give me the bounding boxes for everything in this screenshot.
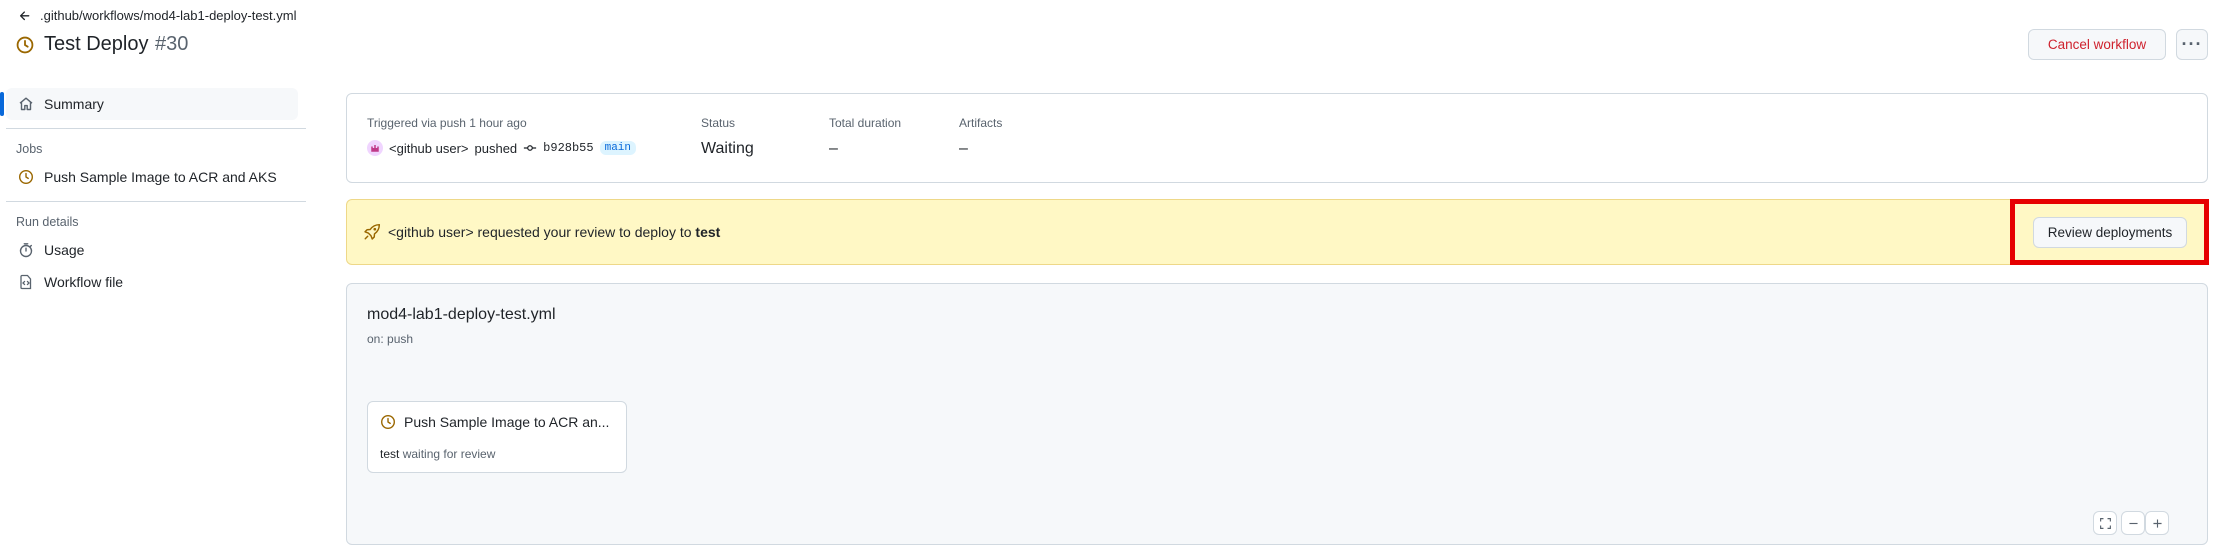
artifacts-label: Artifacts xyxy=(959,116,1003,130)
review-message-text: requested your review to deploy to xyxy=(477,224,692,240)
duration-value: – xyxy=(829,140,838,157)
job-status-text: waiting for review xyxy=(402,447,496,461)
sidebar-item-workflow-file[interactable]: Workflow file xyxy=(0,266,306,298)
branch-tag[interactable]: main xyxy=(599,141,636,155)
stopwatch-icon xyxy=(18,242,34,258)
review-actor[interactable]: <github user> xyxy=(388,224,474,240)
kebab-horizontal-icon: ··· xyxy=(2181,34,2203,54)
sidebar-item-label: Push Sample Image to ACR and AKS xyxy=(44,169,277,185)
zoom-in-button[interactable] xyxy=(2145,511,2169,535)
review-message: <github user> requested your review to d… xyxy=(388,224,720,240)
duration-section: Total duration – xyxy=(829,116,901,158)
run-number: #30 xyxy=(154,33,189,55)
status-label: Status xyxy=(701,116,736,130)
job-title[interactable]: Push Sample Image to ACR an... xyxy=(404,414,609,430)
review-request-banner: <github user> requested your review to d… xyxy=(346,199,2208,265)
sidebar-item-label: Usage xyxy=(44,242,85,258)
artifacts-value: – xyxy=(959,140,968,157)
push-action: pushed xyxy=(474,140,518,156)
workflow-graph: mod4-lab1-deploy-test.yml on: push Push … xyxy=(346,283,2208,545)
rocket-icon xyxy=(363,223,381,241)
divider xyxy=(6,201,306,202)
clock-icon xyxy=(16,36,34,54)
sidebar-item-summary[interactable]: Summary xyxy=(0,88,298,120)
run-summary-card: Triggered via push 1 hour ago <github us… xyxy=(346,93,2208,183)
more-options-button[interactable]: ··· xyxy=(2176,29,2208,60)
back-to-workflow-link[interactable]: .github/workflows/mod4-lab1-deploy-test.… xyxy=(18,8,297,23)
avatar[interactable] xyxy=(367,140,383,156)
commit-sha-link[interactable]: b928b55 xyxy=(543,141,593,155)
screen-full-icon xyxy=(2099,517,2112,530)
file-code-icon xyxy=(18,274,34,290)
status-value: Waiting xyxy=(701,140,754,157)
divider xyxy=(6,128,306,129)
workflow-path[interactable]: .github/workflows/mod4-lab1-deploy-test.… xyxy=(40,8,297,23)
job-environment: test xyxy=(380,447,400,461)
trigger-label: Triggered via push 1 hour ago xyxy=(367,116,527,130)
sidebar-item-label: Summary xyxy=(44,96,104,112)
trigger-section: Triggered via push 1 hour ago <github us… xyxy=(367,116,636,156)
status-section: Status Waiting xyxy=(701,116,754,158)
job-card[interactable]: Push Sample Image to ACR an... test wait… xyxy=(367,401,627,473)
artifacts-section: Artifacts – xyxy=(959,116,1002,158)
sidebar-item-label: Workflow file xyxy=(44,274,124,290)
jobs-heading: Jobs xyxy=(16,142,43,156)
workflow-file-name: mod4-lab1-deploy-test.yml xyxy=(367,306,556,323)
workflow-trigger: on: push xyxy=(367,332,414,346)
run-title: Test Deploy xyxy=(44,33,149,55)
sidebar-item-job[interactable]: Push Sample Image to ACR and AKS xyxy=(0,161,306,193)
minus-icon xyxy=(2127,517,2140,530)
review-environment: test xyxy=(695,224,721,240)
job-status: test waiting for review xyxy=(380,447,495,461)
duration-label: Total duration xyxy=(829,116,902,130)
clock-icon xyxy=(18,169,34,185)
plus-icon xyxy=(2151,517,2164,530)
fullscreen-button[interactable] xyxy=(2093,511,2117,535)
actor-name[interactable]: <github user> xyxy=(389,141,469,156)
zoom-out-button[interactable] xyxy=(2121,511,2145,535)
run-sidebar: Summary Jobs Push Sample Image to ACR an… xyxy=(0,88,306,298)
run-details-heading: Run details xyxy=(16,215,79,229)
home-icon xyxy=(18,96,34,112)
cancel-workflow-button[interactable]: Cancel workflow xyxy=(2028,29,2166,60)
run-header: Test Deploy #30 xyxy=(16,33,188,56)
arrow-left-icon xyxy=(18,9,32,23)
git-commit-icon xyxy=(523,141,537,155)
review-deployments-button[interactable]: Review deployments xyxy=(2033,217,2187,248)
clock-icon xyxy=(380,414,396,430)
sidebar-item-usage[interactable]: Usage xyxy=(0,234,306,266)
